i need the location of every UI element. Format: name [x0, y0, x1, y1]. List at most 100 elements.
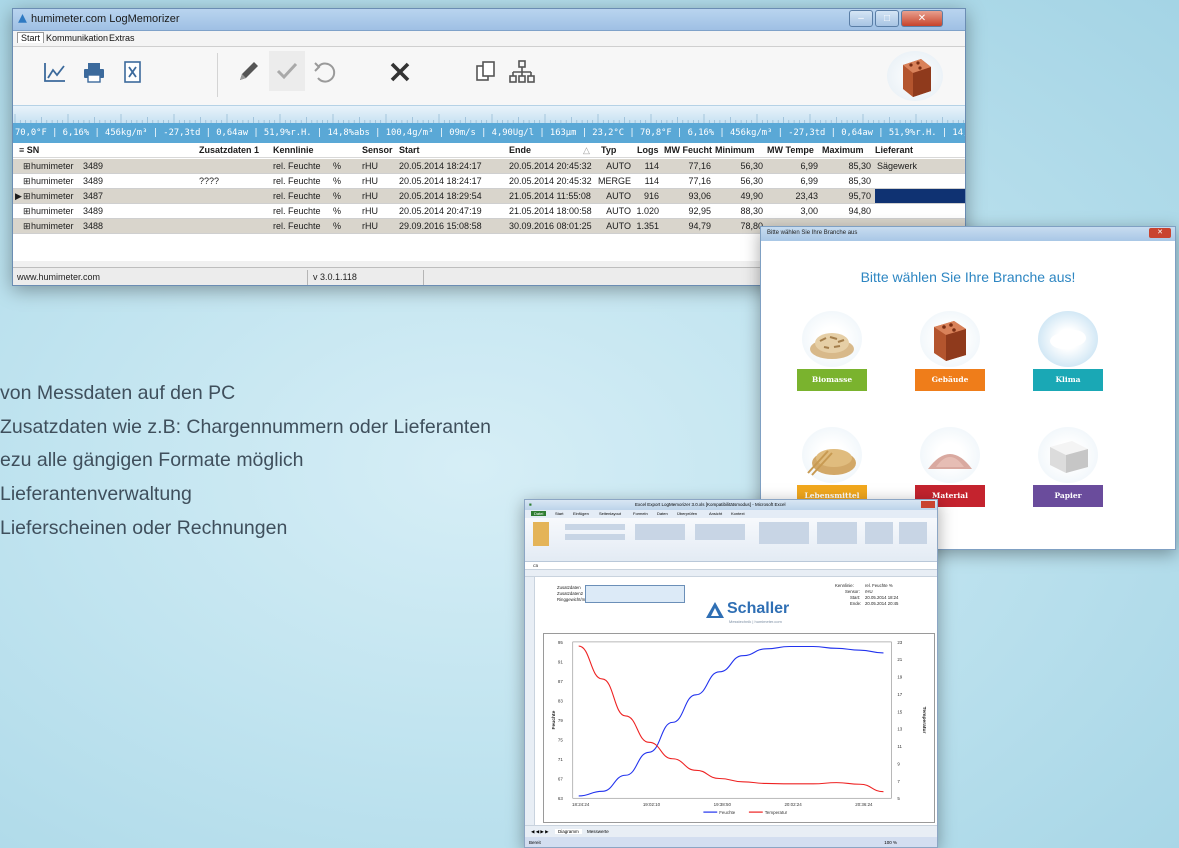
cell-zusatzdaten[interactable]: ???? [199, 176, 219, 186]
ribbon-tab-ansicht[interactable]: Ansicht [709, 511, 722, 516]
ribbon-tab-einfuegen[interactable]: Einfügen [573, 511, 589, 516]
cells-controls[interactable] [817, 522, 857, 544]
copy-icon[interactable] [471, 57, 501, 87]
col-header-lieferant[interactable]: Lieferant [875, 145, 913, 155]
maximize-button[interactable]: □ [875, 10, 899, 27]
col-header-sensor[interactable]: Sensor [362, 145, 393, 155]
excel-status-bar: Bereit 100 % [525, 837, 937, 847]
ribbon-tab-kontext[interactable]: Kontext [731, 511, 745, 516]
edit-icon[interactable] [233, 57, 263, 87]
ribbon-tab-daten[interactable]: Daten [657, 511, 668, 516]
expand-row-icon[interactable]: ⊞ [23, 221, 31, 232]
col-header-maximum[interactable]: Maximum [822, 145, 864, 155]
col-header-zusatzdaten[interactable]: Zusatzdaten 1 [199, 145, 259, 155]
expand-row-icon[interactable]: ⊞ [23, 206, 31, 217]
selected-cell[interactable] [875, 189, 965, 203]
alignment-controls[interactable] [635, 524, 685, 540]
cell-sensor: rHU [362, 206, 378, 216]
table-row[interactable]: ⊞ humimeter 3489 rel. Feuchte% rHU 20.05.2014… [13, 159, 965, 174]
cell-mw-temp: 23,43 [795, 191, 818, 201]
col-header-minimum[interactable]: Minimum [715, 145, 755, 155]
dialog-title-bar[interactable]: Bitte wählen Sie Ihre Branche aus ✕ [761, 227, 1175, 241]
col-header-mw-feucht[interactable]: MW Feucht [664, 145, 714, 155]
status-separator [423, 270, 424, 285]
title-bar[interactable]: humimeter.com LogMemorizer – □ ✕ [13, 9, 965, 31]
y2-tick-label: 11 [897, 744, 902, 749]
table-row[interactable]: ⊞ humimeter 3489 rel. Feuchte% rHU 20.05.2014… [13, 204, 965, 219]
paste-icon[interactable] [533, 522, 549, 546]
zoom-level[interactable]: 100 % [884, 840, 897, 845]
sheet-nav-icon[interactable]: ◀ ◀ ▶ ▶ [531, 829, 549, 835]
brick-logo-icon [887, 51, 943, 101]
ribbon-tab-ueberpruefen[interactable]: Überprüfen [677, 511, 697, 516]
y-tick-label: 63 [558, 796, 563, 801]
format-controls[interactable] [565, 534, 625, 540]
branch-klima[interactable]: Klima [1033, 311, 1103, 391]
branch-biomasse[interactable]: Biomasse [797, 311, 867, 391]
cell-logs: 1.351 [636, 221, 659, 231]
chart-icon[interactable] [39, 57, 69, 87]
branch-papier[interactable]: Papier [1033, 427, 1103, 507]
excel-status-text: Bereit [529, 840, 541, 845]
excel-title-bar[interactable]: ■ Excel Export LogMemorizer 3.0.xls [Kom… [525, 500, 937, 510]
ribbon-tab-formeln[interactable]: Formeln [633, 511, 648, 516]
status-url[interactable]: www.humimeter.com [17, 272, 100, 282]
col-header-typ[interactable]: Typ [601, 145, 616, 155]
ribbon-tab-start[interactable]: Start [555, 511, 563, 516]
number-controls[interactable] [695, 524, 745, 540]
cell-ende: 21.05.2014 18:00:58 [509, 206, 592, 216]
excel-export-icon[interactable] [117, 57, 147, 87]
paper-stack-icon [1038, 427, 1098, 483]
styles-controls[interactable] [759, 522, 809, 544]
col-header-logs[interactable]: Logs [637, 145, 659, 155]
col-header-ende[interactable]: Ende [509, 145, 531, 155]
table-row[interactable]: ⊞ humimeter 3489???? rel. Feuchte% rHU 20.05.… [13, 174, 965, 189]
dialog-close-button[interactable]: ✕ [1149, 228, 1171, 238]
cell-lieferant[interactable]: Sägewerk [877, 161, 917, 171]
menu-extras[interactable]: Extras [106, 33, 138, 43]
ribbon-tab-seitenlayout[interactable]: Seitenlayout [599, 511, 621, 516]
info-value: 20.05.2014 18:24 [865, 595, 899, 600]
minimize-button[interactable]: – [849, 10, 873, 27]
y2-tick-label: 19 [897, 675, 902, 680]
cell-ende: 20.05.2014 20:45:32 [509, 161, 592, 171]
cell-sn: 3489 [83, 161, 104, 171]
expand-row-icon[interactable]: ⊞ [23, 161, 31, 172]
close-button[interactable]: ✕ [901, 10, 943, 27]
undo-icon[interactable] [309, 57, 339, 87]
confirm-icon[interactable] [269, 51, 305, 91]
expand-row-icon[interactable]: ⊞ [23, 191, 31, 202]
network-icon[interactable] [507, 57, 537, 87]
print-icon[interactable] [79, 57, 109, 87]
sheet-tab-diagramm[interactable]: Diagramm [555, 829, 582, 834]
menu-start[interactable]: Start [17, 32, 45, 43]
cell-maximum: 85,30 [848, 161, 871, 171]
delete-icon[interactable] [385, 57, 415, 87]
ribbon-tab-datei[interactable]: Datei [531, 511, 547, 516]
cell-mw-feucht: 94,79 [688, 221, 711, 231]
column-headers [525, 570, 937, 577]
sheet-tab-messwerte[interactable]: Messwerte [587, 829, 609, 834]
table-row[interactable]: ▶ ⊞ humimeter 3487 rel. Feuchte% rHU 20.05.201… [13, 189, 965, 204]
branch-gebaeude[interactable]: Gebäude [915, 311, 985, 391]
excel-close-button[interactable] [921, 501, 935, 508]
zusatzdaten-input[interactable] [585, 585, 685, 603]
name-box[interactable]: C5 [533, 563, 538, 568]
col-header-sn[interactable]: ≡ SN [19, 145, 39, 155]
branch-material[interactable]: Material [915, 427, 985, 507]
col-header-kennlinie[interactable]: Kennlinie [273, 145, 314, 155]
sort-filter-icon[interactable] [865, 522, 893, 544]
humidity-temperature-chart[interactable]: 9591878379757167632321191715131197518:24… [543, 633, 935, 823]
legend-label: Temperatur [765, 810, 788, 815]
col-header-mw-temp[interactable]: MW Tempe [767, 145, 821, 155]
info-value: rel. Feuchte % [865, 583, 893, 588]
menu-kommunikation[interactable]: Kommunikation [43, 33, 111, 43]
font-controls[interactable] [565, 524, 625, 530]
legend-label: Feuchte [719, 810, 736, 815]
worksheet[interactable]: Zusatzdaten Zusatzdaten2 Ringgewicht/m² … [535, 577, 937, 825]
col-header-start[interactable]: Start [399, 145, 420, 155]
expand-row-icon[interactable]: ⊞ [23, 176, 31, 187]
formula-bar[interactable]: C5 [525, 562, 937, 570]
find-select-icon[interactable] [899, 522, 927, 544]
branch-lebensmittel[interactable]: Lebensmittel [797, 427, 867, 507]
